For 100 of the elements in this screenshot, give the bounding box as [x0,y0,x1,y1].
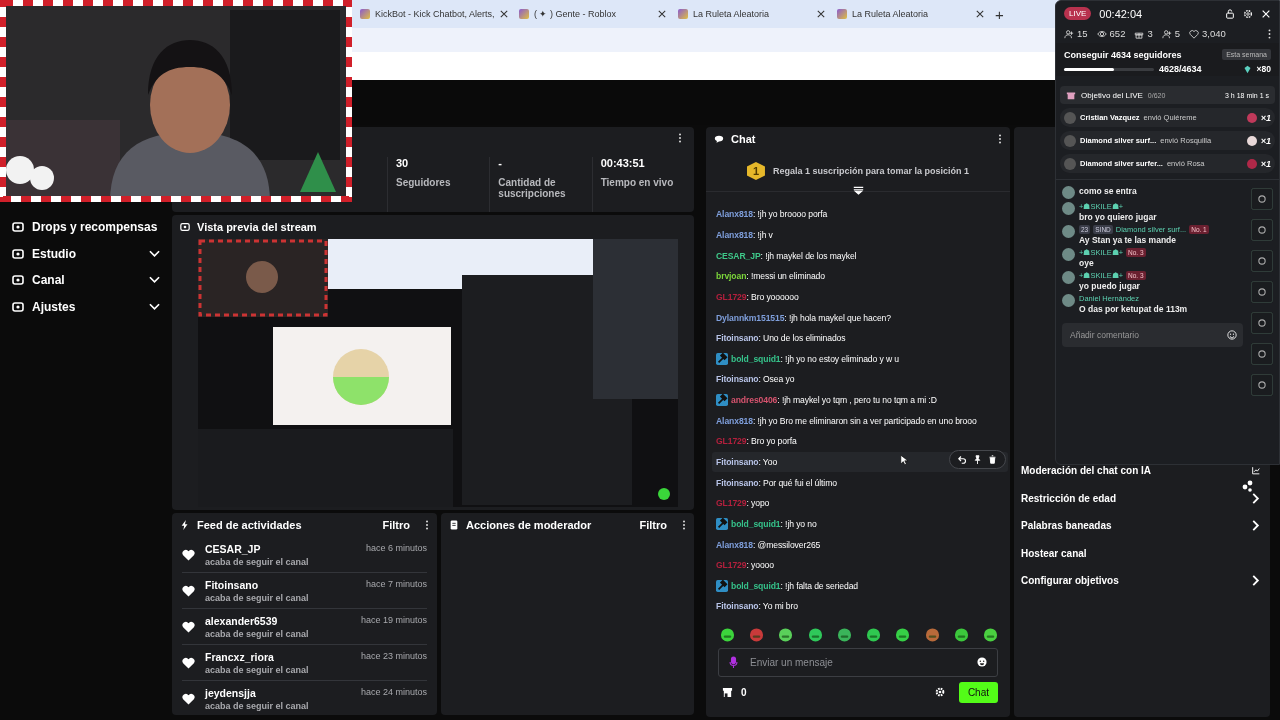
gem-icon [1242,64,1252,74]
chart-icon [1252,465,1260,477]
chat-message: O das por ketupat de 113m [1079,304,1188,314]
activity-text: acaba de seguir el canal [205,664,310,675]
chat-message: como se entra [1079,186,1137,196]
emote-icon[interactable] [778,626,794,642]
card-title: Chat [731,133,757,145]
stat-value: 00:43:51 [600,157,646,169]
card-title: Acciones de moderador [466,519,593,531]
tool-icon[interactable] [1251,281,1273,303]
emote-icon[interactable] [807,626,823,642]
avatar-icon [1064,134,1076,147]
browser-tab[interactable]: La Ruleta Aleatoria [832,2,989,26]
emote-icon[interactable] [953,626,969,642]
collapse-icon[interactable] [852,186,864,195]
tool-icon[interactable] [1251,188,1273,210]
favicon-icon [519,9,529,19]
channel-action-item[interactable]: Palabras baneadas [1014,512,1270,540]
mouse-cursor-icon [900,454,908,466]
tool-icon[interactable] [1251,343,1273,365]
store-icon[interactable] [722,686,733,698]
tool-icon[interactable] [1251,374,1273,396]
avatar-icon [1062,248,1075,261]
chat-message: GL1729: Bro yo porfa [716,436,797,447]
trash-icon[interactable] [988,454,997,464]
document-icon [449,520,459,530]
emote-icon[interactable] [895,626,911,642]
live-goal-title: Objetivo del LIVE [1081,90,1143,100]
more-icon[interactable] [682,520,686,530]
settings-icon[interactable] [934,687,945,698]
message-input[interactable]: Enviar un mensaje [718,647,998,677]
avatar-icon [1062,271,1075,284]
close-icon[interactable] [976,10,984,18]
share-icon[interactable] [1242,480,1254,492]
avatar-icon [1062,186,1075,199]
menu-item-icon [12,221,24,234]
microphone-icon[interactable] [729,656,738,669]
stat-value: 652 [1109,28,1126,39]
avatar-icon [1062,202,1075,215]
chevron-right-icon [1252,575,1260,587]
lightning-icon [180,520,190,530]
more-icon[interactable] [678,133,682,143]
chat-message: Dylannkm151515: !jh hola maykel que hacen? [716,312,891,323]
emote-icon[interactable] [836,626,852,642]
undo-icon[interactable] [958,454,967,464]
sidebar-item[interactable]: Estudio [0,240,172,268]
heart-icon [182,692,195,705]
emote-icon[interactable] [924,626,940,642]
more-icon[interactable] [1268,28,1271,39]
close-icon[interactable] [817,10,825,18]
chat-message: andres0406: !jh maykel yo tqm , pero tu no tqm a mi :D [731,395,937,406]
stat-label: Seguidores [396,177,452,188]
close-icon[interactable] [658,10,666,18]
favicon-icon [678,9,688,19]
settings-icon[interactable] [1243,8,1253,19]
comment-field[interactable]: Añadir comentario [1068,329,1227,341]
follower-name: jeydensjja [205,686,256,699]
new-tab-button[interactable]: + [991,5,1008,23]
stat-value: 3 [1147,28,1153,39]
channel-action-item[interactable]: Configurar objetivos [1014,567,1270,595]
emote-icon[interactable] [720,626,735,642]
channel-action-item[interactable]: Restricción de edad [1014,484,1270,512]
heart-icon [182,584,195,597]
sidebar-item[interactable]: Canal [0,267,172,294]
chat-message: Alanx818: !jh yo broooo porfa [716,209,828,220]
avatar-icon [1064,157,1076,170]
close-icon[interactable] [499,10,508,18]
heart-icon [182,656,195,669]
avatar-icon [1064,111,1076,124]
browser-tab[interactable]: La Ruleta Aleatoria [673,2,830,26]
tool-icon[interactable] [1251,219,1273,241]
live-badge: LIVE [1064,7,1092,20]
tool-icon[interactable] [1251,250,1273,272]
emoji-icon[interactable] [977,657,987,668]
chat-message: Fitoinsano: Uno de los eliminados [716,333,846,344]
emote-icon[interactable] [866,626,882,642]
sidebar-item[interactable]: Ajustes [0,293,172,321]
pin-icon[interactable] [973,454,982,464]
message-field[interactable]: Enviar un mensaje [748,655,967,669]
goal-title: Conseguir 4634 seguidores [1064,49,1183,60]
comment-input[interactable]: Añadir comentario [1062,323,1243,347]
timestamp: hace 19 minutos [360,614,427,627]
sidebar-item[interactable]: Drops y recompensas [0,214,172,241]
follower-count: 4628/4634 [1159,64,1203,74]
more-icon[interactable] [425,520,429,530]
emote-icon[interactable] [982,626,998,642]
live-timer: 00:42:04 [1099,7,1144,20]
browser-tab[interactable]: ( ✦ ) Gente - Roblox [514,2,671,26]
browser-tab[interactable]: KickBot - Kick Chatbot, Alerts, [355,2,512,26]
lock-icon[interactable] [1225,8,1235,19]
send-chat-button[interactable]: Chat [958,681,998,703]
tool-icon[interactable] [1251,312,1273,334]
follower-name: Francxz_riora [205,650,274,663]
more-icon[interactable] [998,134,1002,144]
filter-button[interactable]: Filtro [374,519,418,531]
channel-action-item[interactable]: Hostear canal [1014,539,1270,567]
avatar-icon [1062,294,1075,307]
emoji-icon[interactable] [1227,330,1237,340]
filter-button[interactable]: Filtro [631,519,675,531]
activity-text: acaba de seguir el canal [205,592,310,603]
